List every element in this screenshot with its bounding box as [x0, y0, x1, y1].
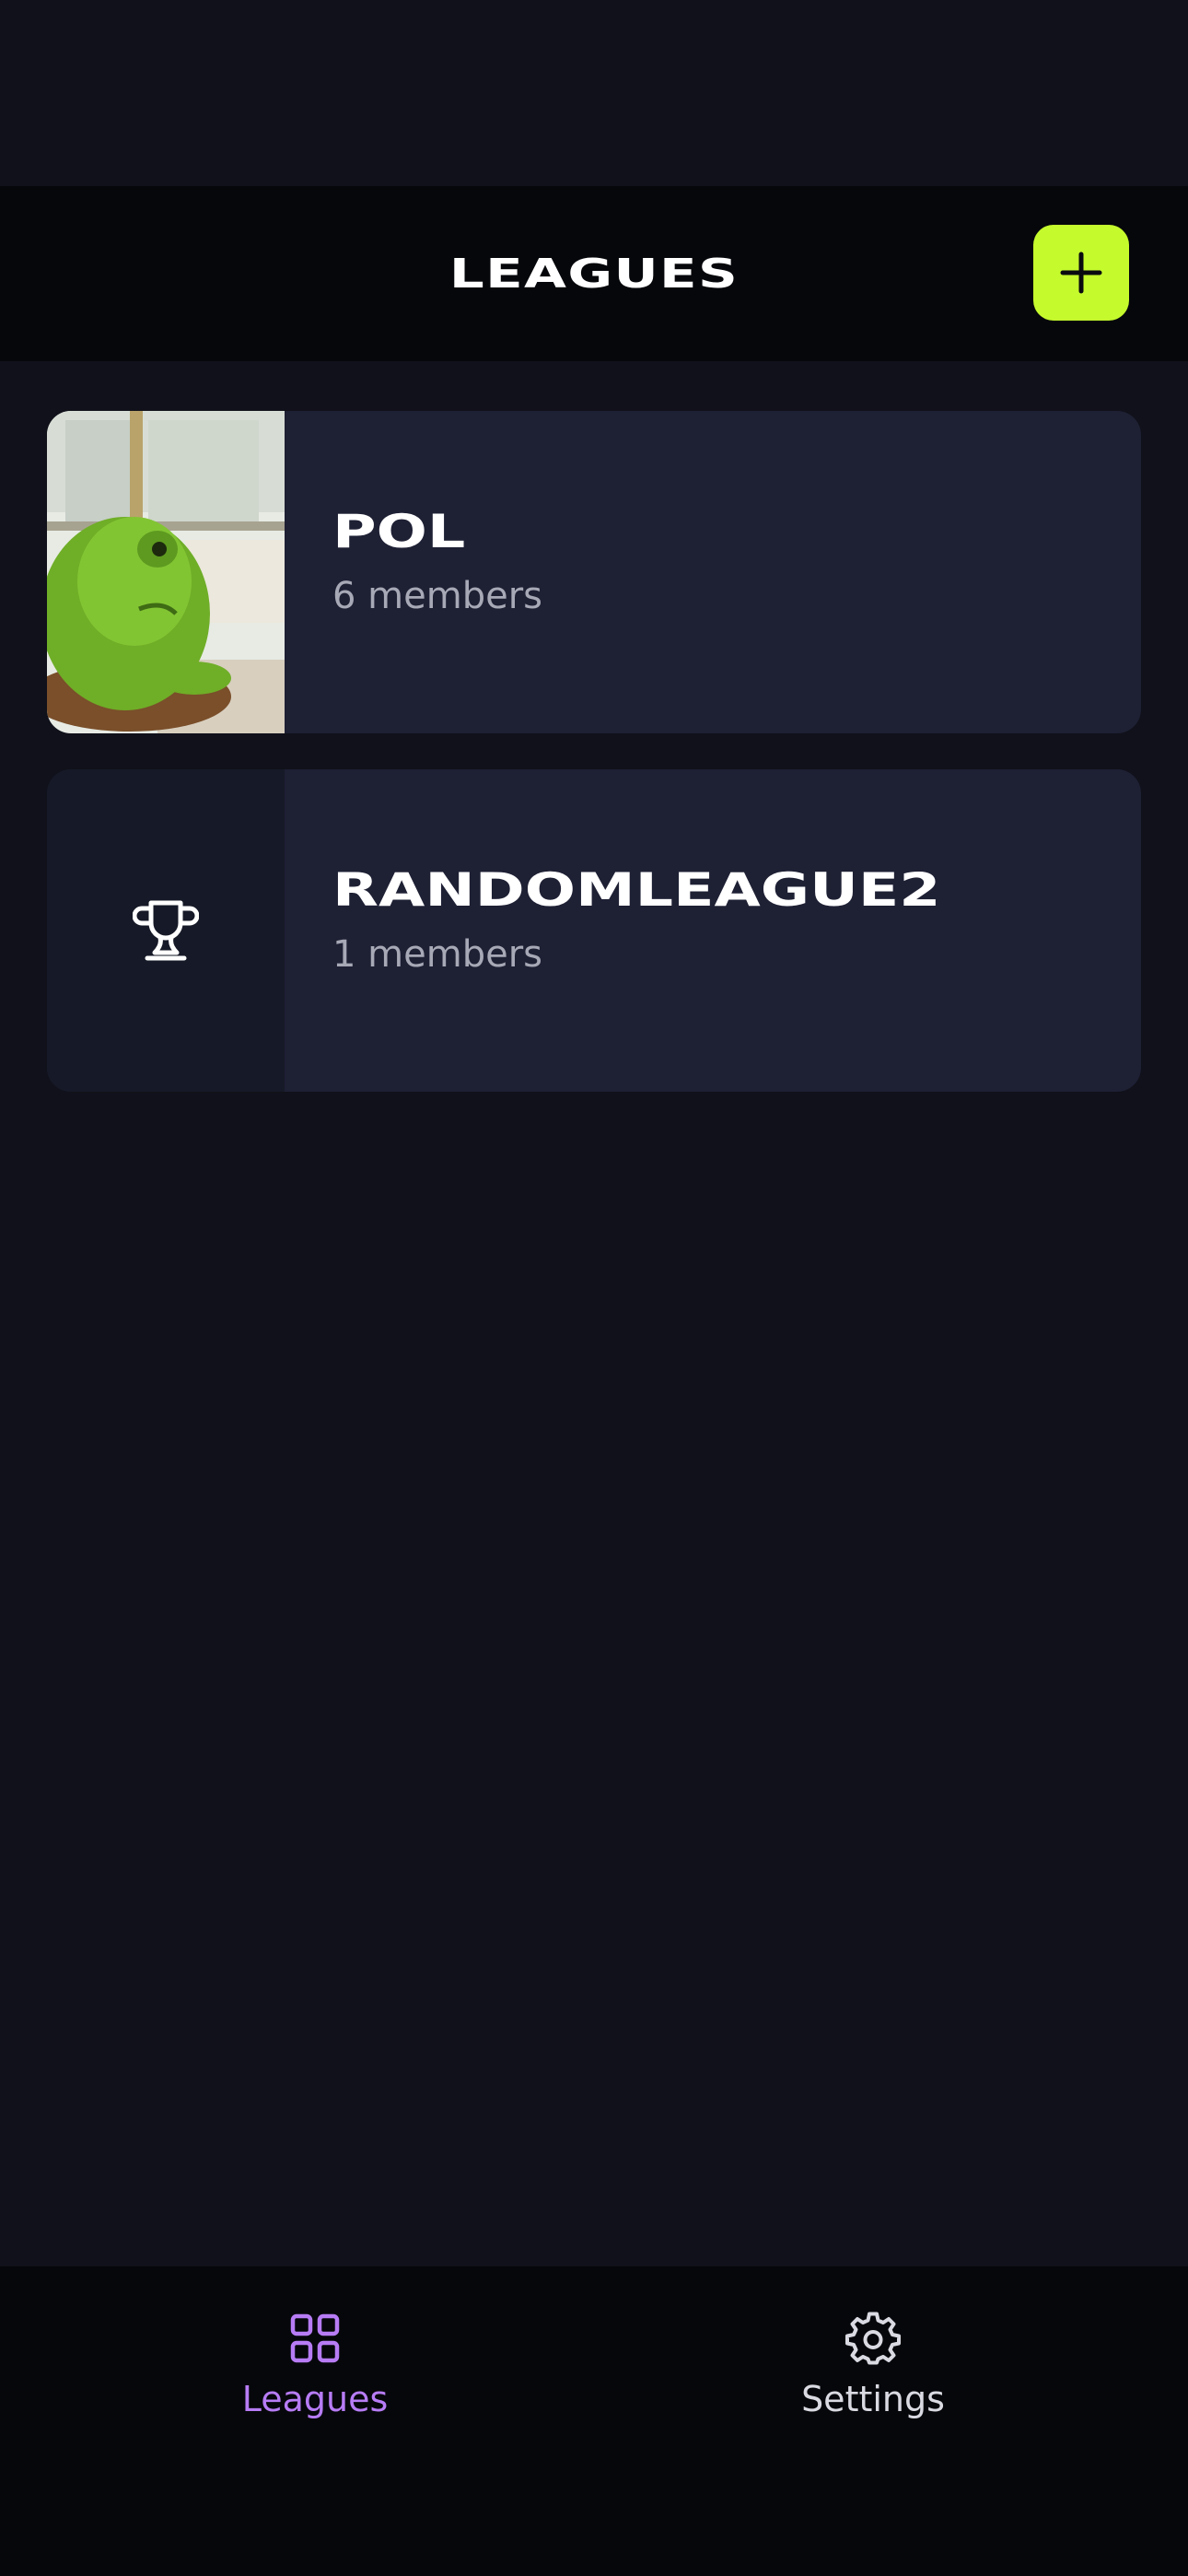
- league-members-count: 6 members: [332, 575, 542, 617]
- league-thumbnail: [47, 411, 285, 733]
- tab-leagues[interactable]: Leagues: [33, 2266, 597, 2451]
- tab-settings[interactable]: Settings: [594, 2266, 1152, 2451]
- league-members-count: 1 members: [332, 933, 542, 976]
- add-league-button[interactable]: [1033, 225, 1129, 321]
- status-bar-area: [0, 0, 1188, 186]
- page-title: LEAGUES: [448, 250, 740, 298]
- leagues-screen: LEAGUES POL 6 members RANDOMLEAGUE2 1 me…: [0, 0, 1188, 2576]
- bottom-tab-bar: Leagues Settings: [0, 2266, 1188, 2576]
- league-name: POL: [332, 505, 466, 558]
- tab-label: Leagues: [241, 2379, 389, 2419]
- trophy-icon: [133, 900, 199, 961]
- gear-icon: [845, 2312, 901, 2365]
- league-thumbnail: [47, 769, 285, 1092]
- league-card-pol[interactable]: POL 6 members: [47, 411, 1141, 733]
- grid-icon: [290, 2313, 340, 2363]
- league-name: RANDOMLEAGUE2: [332, 863, 941, 917]
- tab-label: Settings: [801, 2379, 945, 2419]
- plus-icon: [1060, 252, 1102, 294]
- green-frog-photo: [47, 411, 285, 733]
- league-card-randomleague2[interactable]: RANDOMLEAGUE2 1 members: [47, 769, 1141, 1092]
- top-bar: LEAGUES: [0, 186, 1188, 361]
